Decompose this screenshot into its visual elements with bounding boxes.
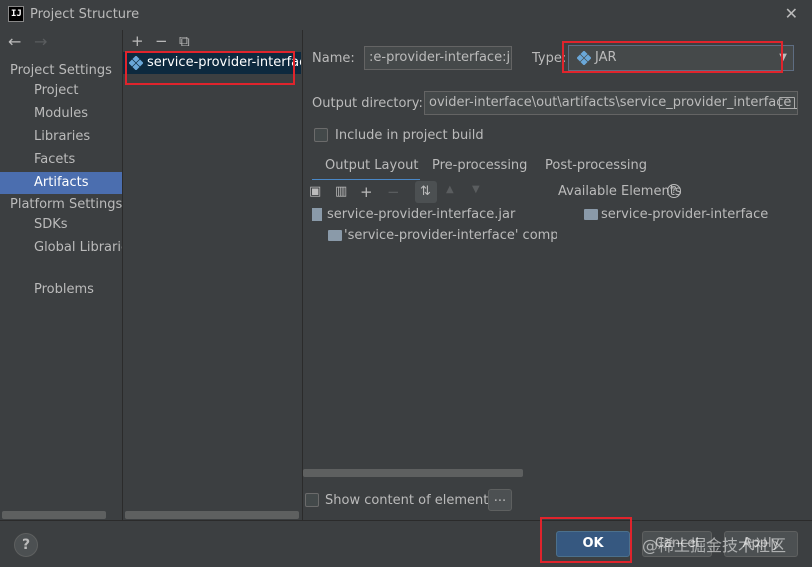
sidebar-item-artifacts[interactable]: Artifacts <box>0 172 122 194</box>
platform-settings-header: Platform Settings <box>10 197 123 212</box>
ok-highlight-box <box>540 517 632 563</box>
watermark: @稀土掘金技术社区 <box>642 536 787 555</box>
move-up-icon[interactable]: ▲ <box>446 184 454 195</box>
folder-icon <box>328 230 342 241</box>
help-button[interactable]: ? <box>14 533 38 557</box>
remove-element-icon[interactable]: − <box>387 183 400 201</box>
forward-arrow-icon[interactable]: → <box>34 32 47 51</box>
jar-file-icon <box>312 208 322 221</box>
tab-pre-processing[interactable]: Pre-processing <box>432 158 527 173</box>
name-label: Name: <box>312 51 355 66</box>
more-button[interactable]: ... <box>488 489 512 511</box>
layout-horizontal-scrollbar[interactable] <box>303 469 523 477</box>
output-directory-field[interactable]: ovider-interface\out\artifacts\service_p… <box>424 91 798 115</box>
sidebar-item-sdks[interactable]: SDKs <box>0 214 122 236</box>
copy-icon[interactable]: ⧉ <box>179 32 190 50</box>
sidebar-item-libraries[interactable]: Libraries <box>0 126 122 148</box>
output-directory-label: Output directory: <box>312 96 423 111</box>
intellij-app-icon: IJ <box>8 6 24 22</box>
browse-folder-icon[interactable] <box>779 97 795 109</box>
back-arrow-icon[interactable]: ← <box>8 32 21 51</box>
remove-icon[interactable]: − <box>155 32 168 50</box>
add-icon[interactable]: + <box>131 32 144 50</box>
tree-item-compile-output[interactable]: 'service-provider-interface' compile o <box>344 228 557 243</box>
tab-post-processing[interactable]: Post-processing <box>545 158 647 173</box>
output-directory-value: ovider-interface\out\artifacts\service_p… <box>429 95 798 110</box>
artifact-highlight-box <box>125 51 295 85</box>
show-content-checkbox[interactable] <box>305 493 319 507</box>
sidebar-item-modules[interactable]: Modules <box>0 103 122 125</box>
artifacts-list-scrollbar[interactable] <box>125 511 299 519</box>
sort-icon[interactable]: ⇅ <box>420 184 431 199</box>
tree-item-jar[interactable]: service-provider-interface.jar <box>327 207 515 222</box>
include-in-build-label: Include in project build <box>335 128 484 143</box>
close-icon[interactable]: ✕ <box>785 4 798 23</box>
sidebar-item-problems[interactable]: Problems <box>0 279 122 301</box>
include-in-build-checkbox[interactable] <box>314 128 328 142</box>
new-folder-icon[interactable]: ▣ <box>309 184 321 199</box>
output-layout-area <box>303 180 812 480</box>
left-panel-scrollbar[interactable] <box>2 511 106 519</box>
tab-output-layout[interactable]: Output Layout <box>325 158 418 173</box>
move-down-icon[interactable]: ▼ <box>472 184 480 195</box>
archive-icon[interactable]: ▥ <box>335 184 347 199</box>
add-copy-icon[interactable]: + <box>360 183 373 201</box>
window-title: Project Structure <box>30 7 140 22</box>
sidebar-item-project[interactable]: Project <box>0 80 122 102</box>
artifacts-list-panel: + − ⧉ service-provider-interface:jar <box>123 30 301 520</box>
sidebar-item-facets[interactable]: Facets <box>0 149 122 171</box>
folder-icon <box>584 209 598 220</box>
project-settings-header: Project Settings <box>10 63 112 78</box>
show-content-label: Show content of elements <box>325 493 496 508</box>
title-bar: IJ Project Structure ✕ <box>0 0 812 30</box>
type-highlight-box <box>562 41 783 73</box>
available-elements-label: Available Elements <box>558 184 682 199</box>
help-icon[interactable]: ? <box>667 184 681 198</box>
sidebar-item-global-libraries[interactable]: Global Libraries <box>0 237 122 259</box>
name-field[interactable]: :e-provider-interface:jar <box>364 46 512 70</box>
available-item-module[interactable]: service-provider-interface <box>601 207 768 222</box>
